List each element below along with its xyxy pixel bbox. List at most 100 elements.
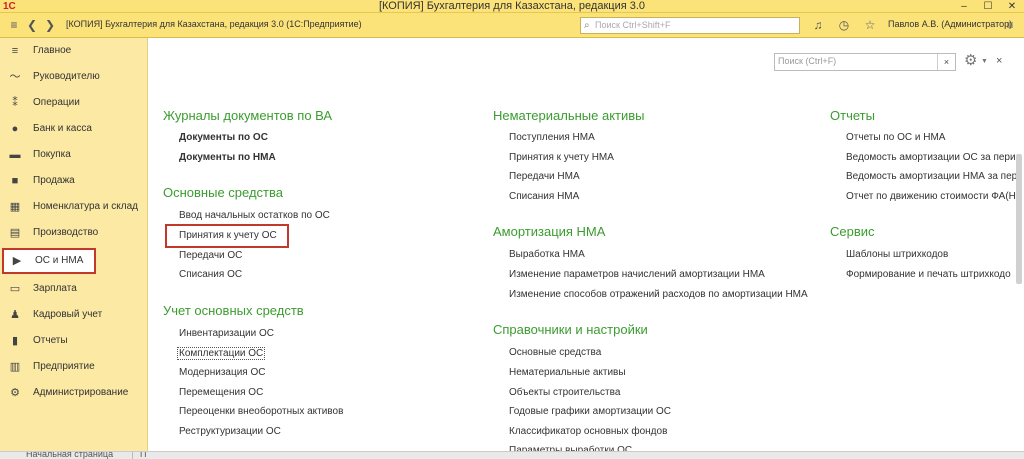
sidebar-item-label: Покупка	[33, 149, 71, 160]
vertical-scrollbar[interactable]	[1016, 154, 1022, 284]
bell-icon[interactable]: ♫	[810, 17, 826, 33]
sidebar-item-operations[interactable]: ⁑ Операции	[0, 90, 148, 116]
link-inventory-os[interactable]: Инвентаризации ОС	[179, 328, 274, 339]
bag-icon: ■	[11, 175, 19, 187]
sidebar-item-label: Продажа	[33, 175, 75, 186]
link-output-nma[interactable]: Выработка НМА	[509, 249, 585, 260]
link-kits-os[interactable]: Комплектации ОС	[177, 347, 266, 360]
menu-icon[interactable]: ≡	[6, 17, 22, 33]
link-ref-classifier[interactable]: Классификатор основных фондов	[509, 426, 667, 437]
link-barcode-print[interactable]: Формирование и печать штрихкодо	[846, 269, 1011, 280]
main-content: Поиск (Ctrl+F) × ⚙ ▼ × Журналы документо…	[149, 38, 1024, 456]
current-user[interactable]: Павлов А.В. (Администратор)	[888, 19, 1012, 29]
section-title-fixed-assets: Основные средства	[163, 185, 283, 200]
link-opening-balances-os[interactable]: Ввод начальных остатков по ОС	[179, 210, 330, 221]
chevron-down-icon[interactable]: ▼	[981, 58, 988, 65]
app-title: [КОПИЯ] Бухгалтерия для Казахстана, реда…	[66, 19, 362, 29]
section-title-reports: Отчеты	[830, 108, 875, 123]
back-icon[interactable]: ❮	[24, 17, 40, 33]
sidebar-item-label: Номенклатура и склад	[33, 201, 138, 212]
section-search-placeholder: Поиск (Ctrl+F)	[778, 56, 837, 66]
sidebar-item-hr[interactable]: ♟ Кадровый учет	[0, 302, 148, 328]
gear-icon: ⚙	[10, 387, 20, 399]
link-revaluation[interactable]: Переоценки внеоборотных активов	[179, 406, 343, 417]
global-search-placeholder: Поиск Ctrl+Shift+F	[595, 20, 671, 30]
link-moves-os[interactable]: Перемещения ОС	[179, 387, 263, 398]
warehouse-icon: ▦	[9, 201, 21, 213]
link-report-value-movement[interactable]: Отчет по движению стоимости ФА(Н	[846, 191, 1016, 202]
open-windows-bar: Начальная страница П	[0, 451, 1024, 459]
sidebar-item-main[interactable]: ≡ Главное	[0, 38, 148, 64]
link-transfers-os[interactable]: Передачи ОС	[179, 250, 242, 261]
tab-next[interactable]: П	[140, 452, 146, 459]
tab-home-page[interactable]: Начальная страница	[26, 452, 113, 459]
sidebar-item-reports[interactable]: ▮ Отчеты	[0, 328, 148, 354]
section-title-journals: Журналы документов по ВА	[163, 108, 333, 123]
link-receipts-nma[interactable]: Поступления НМА	[509, 132, 595, 143]
link-docs-os[interactable]: Документы по ОС	[179, 132, 268, 143]
link-ref-annual-schedules[interactable]: Годовые графики амортизации ОС	[509, 406, 671, 417]
link-amort-params-nma[interactable]: Изменение параметров начислений амортиза…	[509, 269, 765, 280]
link-acceptance-os[interactable]: Принятия к учету ОС	[179, 230, 277, 241]
sidebar-item-label: ОС и НМА	[35, 255, 84, 266]
sidebar-item-salary[interactable]: ▭ Зарплата	[0, 276, 148, 302]
divider	[132, 452, 133, 459]
sidebar-item-purchase[interactable]: ▬ Покупка	[0, 142, 148, 168]
sidebar: ≡ Главное 〜 Руководителю ⁑ Операции ● Ба…	[0, 38, 148, 451]
building-icon: ▥	[9, 361, 21, 373]
section-search-input[interactable]: Поиск (Ctrl+F) ×	[774, 53, 956, 71]
link-docs-nma[interactable]: Документы по НМА	[179, 152, 276, 163]
link-acceptance-nma[interactable]: Принятия к учету НМА	[509, 152, 614, 163]
sidebar-item-label: Руководителю	[33, 71, 100, 82]
sidebar-item-label: Зарплата	[33, 283, 77, 294]
sidebar-item-sales[interactable]: ■ Продажа	[0, 168, 148, 194]
minimize-button[interactable]: –	[956, 0, 972, 13]
link-barcode-templates[interactable]: Шаблоны штрихкодов	[846, 249, 948, 260]
trend-icon: 〜	[9, 71, 21, 83]
link-ref-fixed-assets[interactable]: Основные средства	[509, 347, 601, 358]
link-modernization-os[interactable]: Модернизация ОС	[179, 367, 266, 378]
section-title-service: Сервис	[830, 224, 875, 239]
factory-icon: ▤	[9, 227, 21, 239]
link-writeoffs-os[interactable]: Списания ОС	[179, 269, 242, 280]
wallet-icon: ▭	[9, 283, 21, 295]
menu-icon: ≡	[11, 45, 19, 57]
sidebar-item-os-nma[interactable]: ▶ ОС и НМА	[2, 248, 96, 274]
history-icon[interactable]: ◷	[836, 17, 852, 33]
sidebar-item-enterprise[interactable]: ▥ Предприятие	[0, 354, 148, 380]
sidebar-item-admin[interactable]: ⚙ Администрирование	[0, 380, 148, 406]
sidebar-item-bank[interactable]: ● Банк и касса	[0, 116, 148, 142]
link-ref-construction[interactable]: Объекты строительства	[509, 387, 620, 398]
close-section-button[interactable]: ×	[996, 54, 1002, 68]
section-title-references: Справочники и настройки	[493, 322, 648, 337]
link-writeoffs-nma[interactable]: Списания НМА	[509, 191, 579, 202]
star-icon[interactable]: ☆	[862, 17, 878, 33]
link-report-os-nma[interactable]: Отчеты по ОС и НМА	[846, 132, 945, 143]
window-close-button[interactable]: ✕	[1004, 0, 1020, 13]
settings-icon[interactable]: ≡	[1002, 17, 1018, 33]
link-transfers-nma[interactable]: Передачи НМА	[509, 171, 580, 182]
section-title-amortization-nma: Амортизация НМА	[493, 224, 606, 239]
link-ref-intangibles[interactable]: Нематериальные активы	[509, 367, 626, 378]
operations-icon: ⁑	[12, 97, 18, 109]
sidebar-item-label: Главное	[33, 45, 72, 56]
link-report-amort-os[interactable]: Ведомость амортизации ОС за пери	[846, 152, 1016, 163]
sidebar-item-management[interactable]: 〜 Руководителю	[0, 64, 148, 90]
maximize-button[interactable]: ☐	[980, 0, 996, 13]
global-search-input[interactable]: ⌕ Поиск Ctrl+Shift+F	[580, 17, 800, 34]
section-title-os-accounting: Учет основных средств	[163, 303, 304, 318]
forward-icon[interactable]: ❯	[42, 17, 58, 33]
link-report-amort-nma[interactable]: Ведомость амортизации НМА за пер	[846, 171, 1017, 182]
link-amort-expense-methods-nma[interactable]: Изменение способов отражений расходов по…	[509, 289, 808, 300]
sidebar-item-production[interactable]: ▤ Производство	[0, 220, 148, 246]
sidebar-item-warehouse[interactable]: ▦ Номенклатура и склад	[0, 194, 148, 220]
coin-icon: ●	[11, 123, 19, 135]
gear-icon[interactable]: ⚙	[964, 52, 977, 70]
link-restructuring-os[interactable]: Реструктуризации ОС	[179, 426, 281, 437]
search-icon: ⌕	[584, 20, 590, 31]
sidebar-item-label: Производство	[33, 227, 99, 238]
clear-search-button[interactable]: ×	[937, 54, 955, 70]
sidebar-item-label: Кадровый учет	[33, 309, 103, 320]
window-title: [КОПИЯ] Бухгалтерия для Казахстана, реда…	[378, 0, 646, 12]
bar-chart-icon: ▮	[11, 335, 19, 347]
